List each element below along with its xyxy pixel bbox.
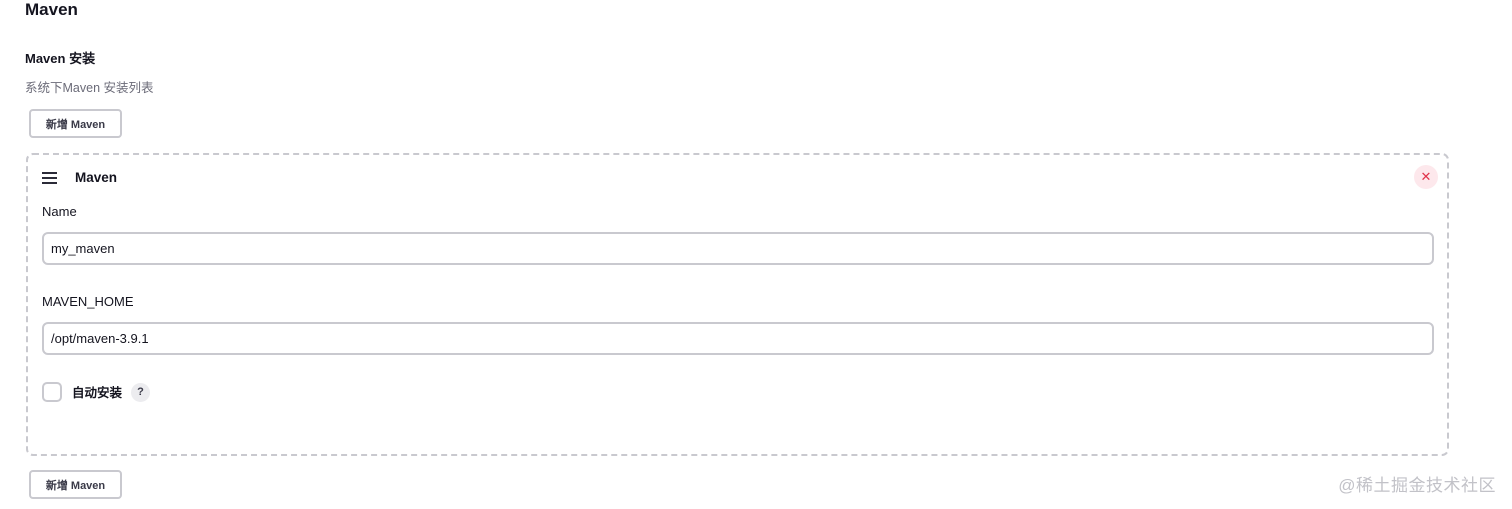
- add-maven-button-top[interactable]: 新增 Maven: [29, 109, 122, 138]
- section-title: Maven: [25, 0, 78, 19]
- help-icon[interactable]: ?: [131, 383, 150, 402]
- maven-home-input[interactable]: [42, 322, 1434, 355]
- watermark-text: @稀土掘金技术社区: [1338, 476, 1496, 495]
- maven-home-label: MAVEN_HOME: [42, 294, 134, 309]
- drag-handle-icon[interactable]: [42, 172, 58, 184]
- maven-installations-label: Maven 安装: [25, 51, 96, 66]
- maven-installation-title: Maven: [75, 170, 118, 185]
- delete-installation-button[interactable]: ✕: [1414, 165, 1438, 189]
- name-label: Name: [42, 204, 77, 219]
- name-input[interactable]: [42, 232, 1434, 265]
- close-icon: ✕: [1420, 169, 1432, 184]
- add-maven-button-bottom[interactable]: 新增 Maven: [29, 470, 122, 499]
- maven-installations-description: 系统下Maven 安装列表: [25, 81, 154, 95]
- auto-install-label[interactable]: 自动安装: [72, 384, 122, 402]
- maven-config-page: Maven Maven 安装 系统下Maven 安装列表 新增 Maven Ma…: [0, 0, 1512, 509]
- auto-install-checkbox[interactable]: [42, 382, 62, 402]
- maven-installation-card: Maven ✕ Name MAVEN_HOME 自动安装 ?: [26, 153, 1449, 456]
